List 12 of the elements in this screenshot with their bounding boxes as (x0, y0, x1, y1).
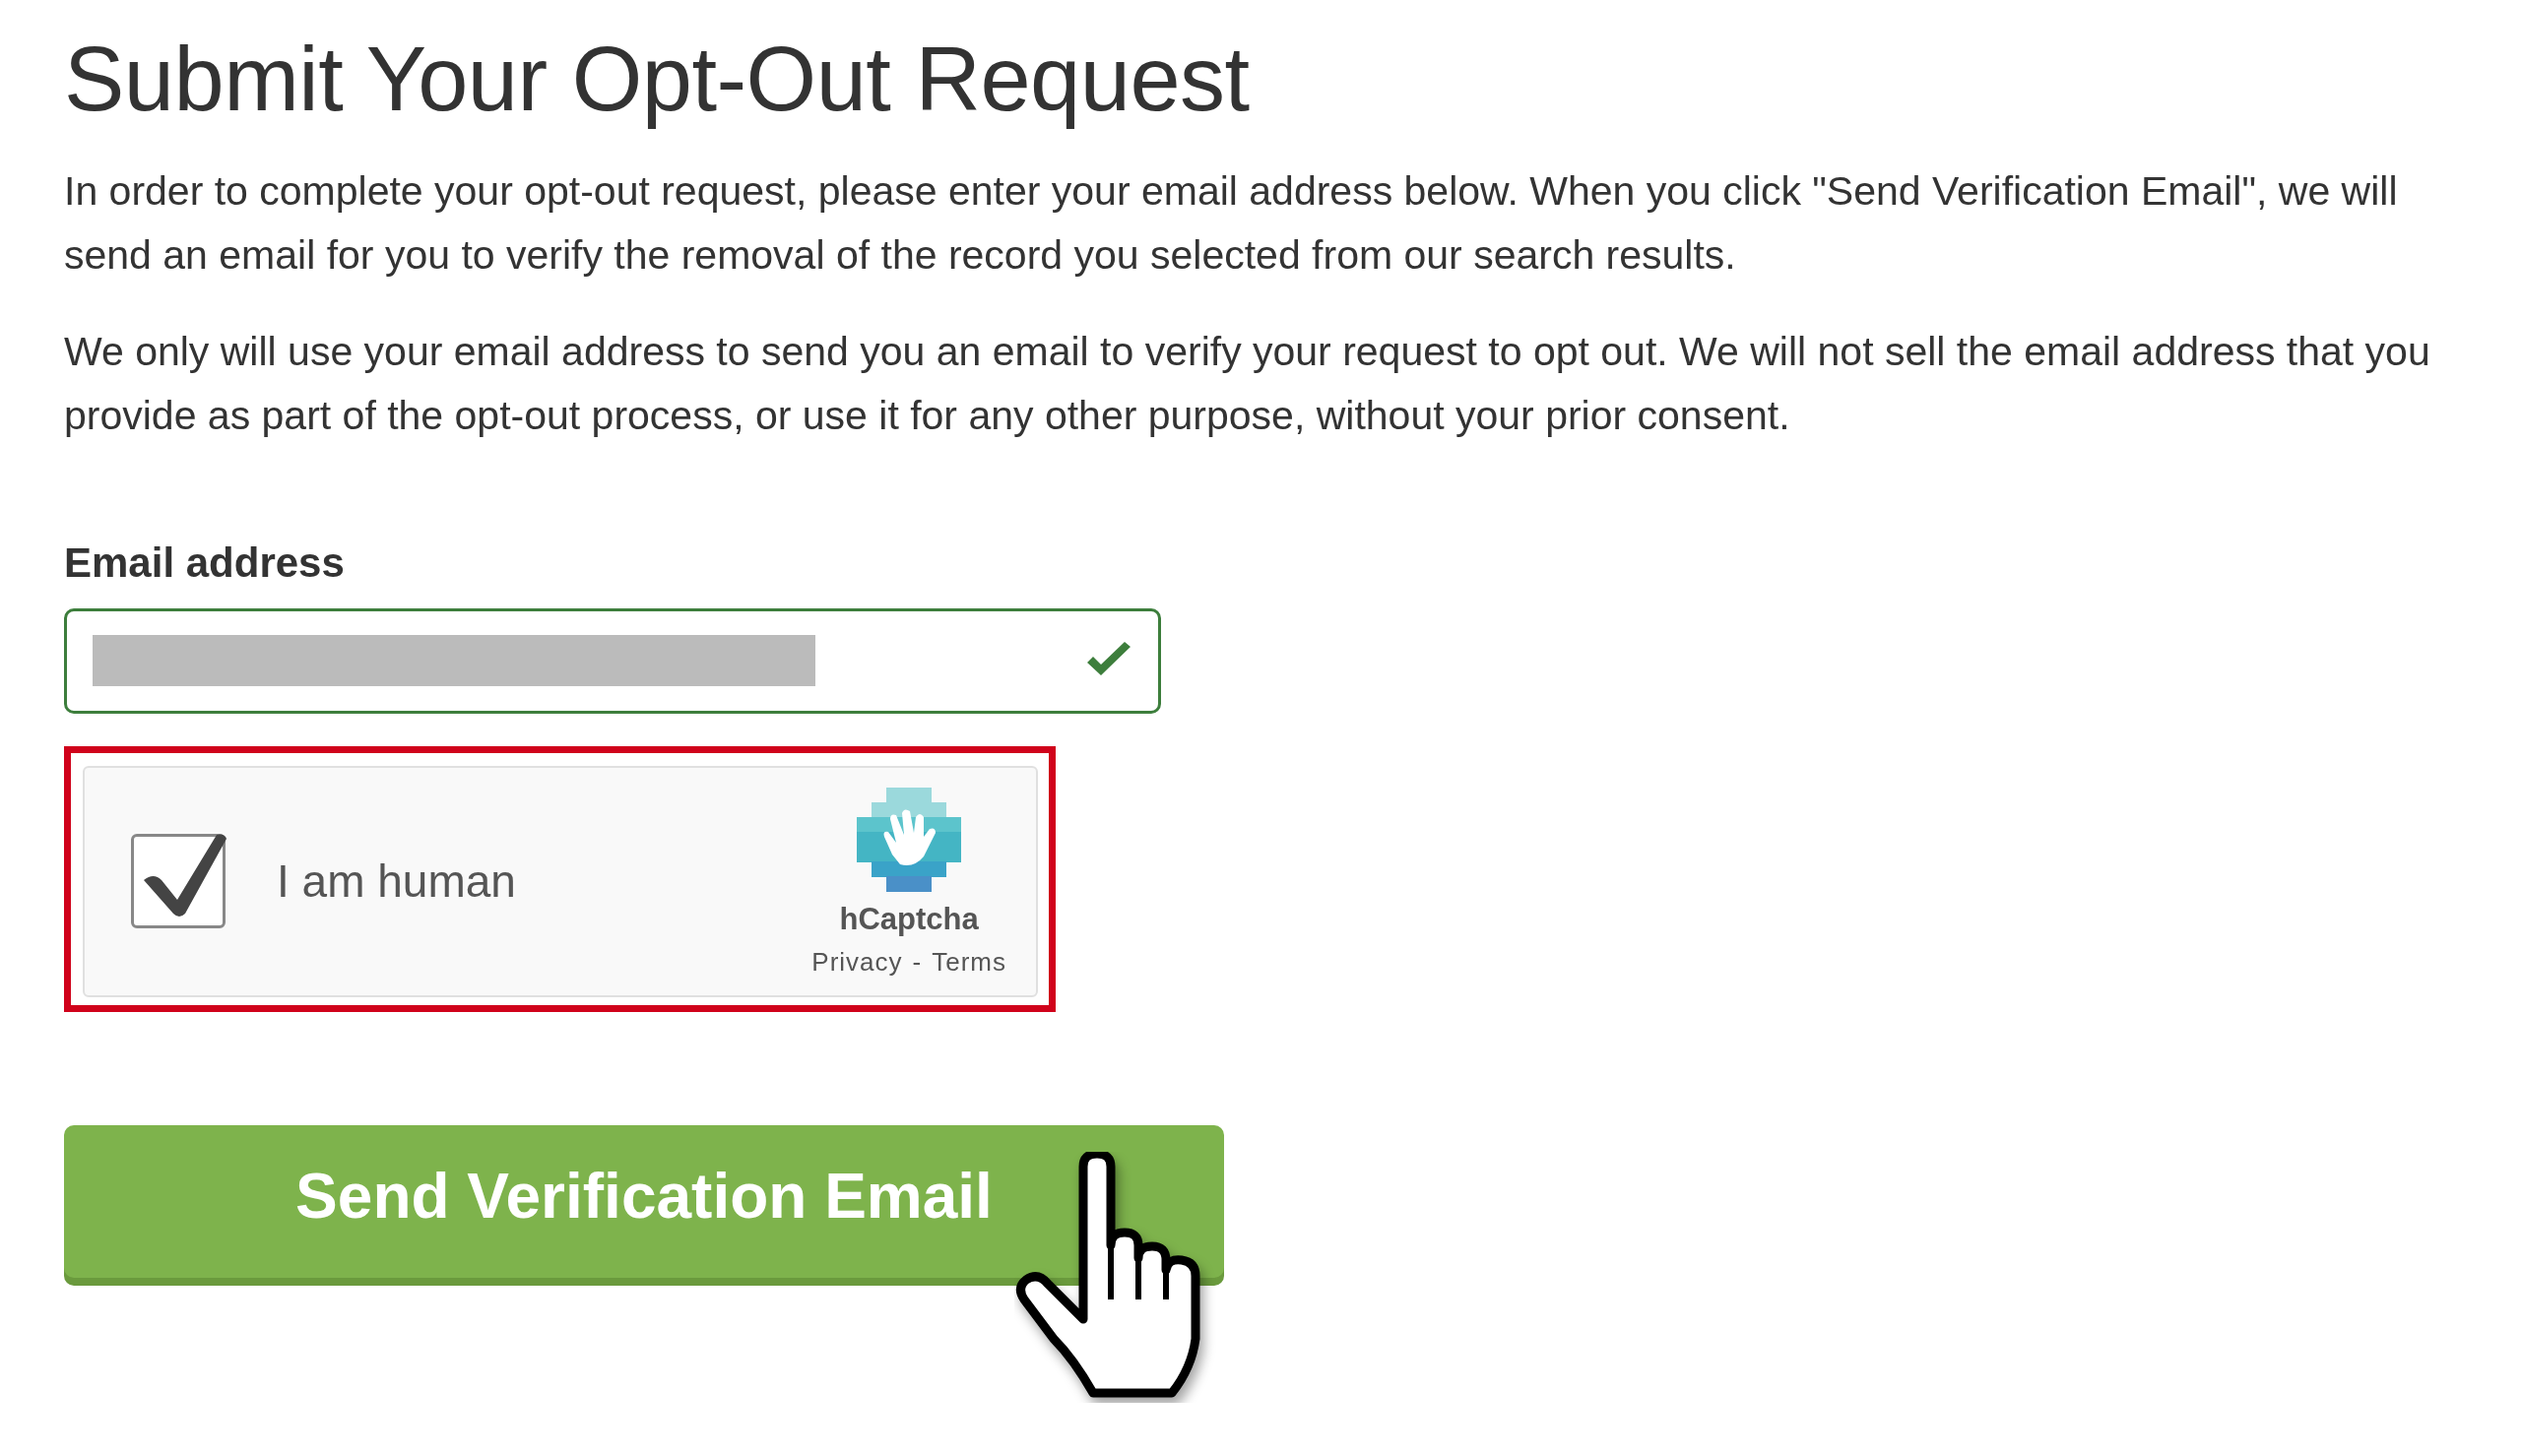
captcha-link[interactable]: Privacy (811, 946, 903, 978)
paragraph: In order to complete your opt-out request, please enter your email address below. When you click "Send Verification Email", we will send an email for you to verify the removal of the record you selected from our search results. (64, 166, 2399, 280)
field-label: Email address (64, 538, 345, 587)
captcha-link[interactable]: Terms (932, 946, 1006, 978)
paragraph: We only will use your email address to send you an email to verify your request to opt out. We will not sell the email address that you provide as part of the opt-out process, or use it for any other purpose, without your prior consent. (64, 327, 2431, 440)
hand-logo-icon (855, 785, 964, 894)
checkbox[interactable] (131, 834, 226, 929)
email-field[interactable] (64, 607, 1161, 714)
checkbox-label: I am human (277, 855, 517, 909)
captcha-brand: hCaptcha (839, 901, 979, 937)
page-title: Submit Your Opt-Out Request (64, 28, 1251, 131)
separator: - (912, 946, 923, 978)
